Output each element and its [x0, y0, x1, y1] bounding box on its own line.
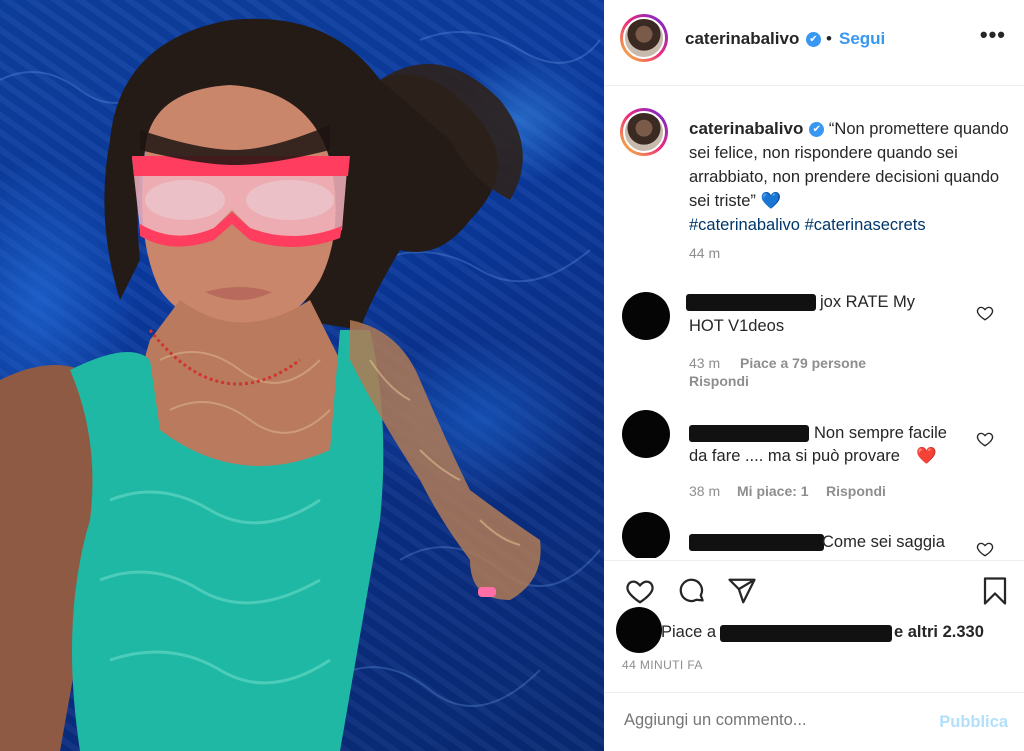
bookmark-icon[interactable]: [980, 575, 1010, 607]
photo-illustration: [0, 18, 601, 751]
likes-prefix: Piace a: [661, 623, 717, 641]
share-icon[interactable]: [726, 576, 758, 606]
caption-hashtags[interactable]: #caterinabalivo #caterinasecrets: [689, 213, 1009, 237]
comment-likes-count[interactable]: Mi piace: 1: [737, 483, 809, 499]
comment-item: Come sei saggia: [604, 512, 1024, 558]
commenter-avatar[interactable]: [622, 410, 670, 458]
comment-text: da fare .... ma si può provare: [689, 447, 900, 465]
caption-username[interactable]: caterinabalivo: [689, 119, 803, 138]
heart-outline-icon[interactable]: [976, 430, 994, 448]
follow-button[interactable]: Segui: [839, 29, 885, 49]
reply-button[interactable]: Rispondi: [689, 373, 749, 389]
separator-dot: •: [826, 29, 832, 48]
add-comment-bar: Pubblica: [604, 692, 1024, 751]
comment-time[interactable]: 43 m: [689, 355, 720, 371]
verified-badge-icon: ✔: [809, 122, 825, 138]
liker-avatar[interactable]: [616, 607, 662, 653]
more-options-icon[interactable]: •••: [980, 22, 1006, 48]
comment-text: HOT V1deos: [689, 317, 785, 335]
heart-icon[interactable]: [624, 576, 656, 606]
commenter-avatar[interactable]: [622, 292, 670, 340]
likes-others-text[interactable]: e altri 2.330: [894, 623, 984, 641]
comment-time[interactable]: 38 m: [689, 483, 720, 499]
reply-button[interactable]: Rispondi: [826, 483, 886, 499]
post-photo[interactable]: [0, 0, 604, 751]
caption-text-block: caterinabalivo ✔ “Non promettere quando s…: [689, 117, 1009, 237]
comment-likes-count[interactable]: Piace a 79 persone: [740, 355, 866, 371]
redacted-username: [689, 425, 809, 442]
commenter-avatar[interactable]: [622, 512, 670, 558]
author-username[interactable]: caterinabalivo: [685, 29, 799, 49]
redacted-username: [686, 294, 816, 311]
post-sidebar: caterinabalivo ✔ • Segui ••• caterinabal…: [604, 0, 1024, 751]
heart-outline-icon[interactable]: [976, 540, 994, 558]
comment-text: Non sempre facile: [814, 424, 947, 442]
caption-timestamp[interactable]: 44 m: [689, 245, 720, 261]
comment-icon[interactable]: [676, 576, 708, 606]
heart-outline-icon[interactable]: [976, 304, 994, 322]
post-comment-button[interactable]: Pubblica: [939, 713, 1008, 732]
post-action-bar: [604, 560, 1024, 620]
comment-text: jox RATE My: [820, 293, 916, 311]
comment-text: Come sei saggia: [822, 533, 945, 551]
blue-heart-emoji-icon: 💙: [760, 192, 782, 210]
redacted-username: [689, 534, 824, 551]
likes-others-count[interactable]: e altri 2.330: [894, 623, 984, 642]
caption-author-avatar[interactable]: [620, 108, 668, 156]
red-heart-emoji-icon: ❤️: [916, 447, 937, 465]
post-timestamp[interactable]: 44 MINUTI FA: [622, 658, 703, 672]
redacted-liker-name: [720, 625, 892, 642]
comment-input[interactable]: [624, 711, 924, 730]
verified-badge-icon: ✔: [806, 32, 821, 47]
author-avatar[interactable]: [620, 14, 668, 62]
post-header: caterinabalivo ✔ • Segui •••: [604, 0, 1024, 86]
